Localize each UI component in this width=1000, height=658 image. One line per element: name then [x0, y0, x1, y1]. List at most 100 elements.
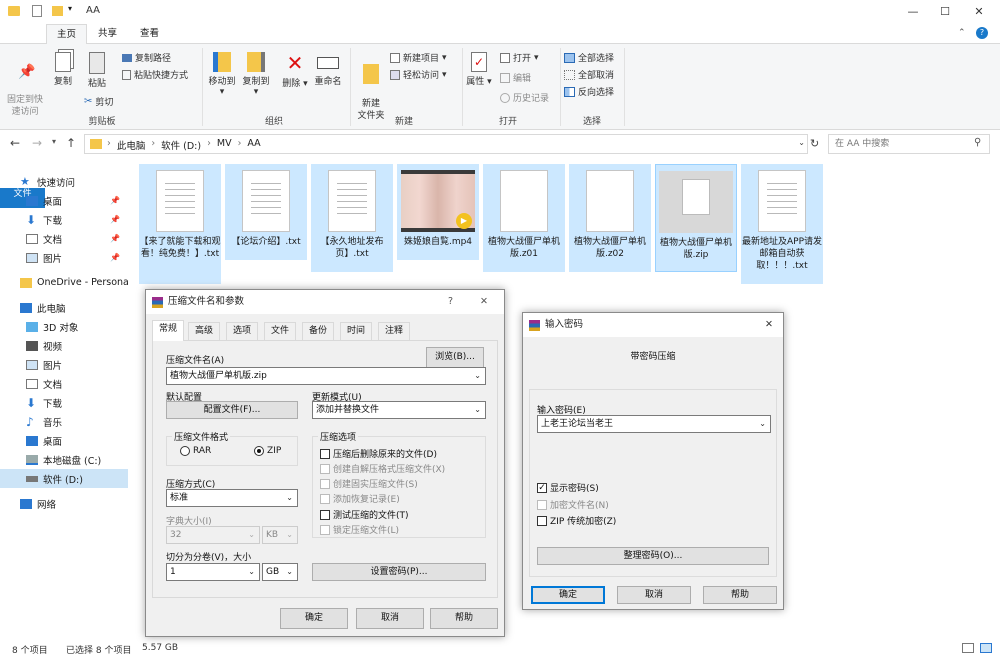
- new-item-button[interactable]: 新建项目 ▾: [390, 51, 447, 64]
- minimize-button[interactable]: —: [896, 0, 930, 24]
- file-item[interactable]: 【论坛介绍】.txt: [225, 164, 307, 260]
- file-item[interactable]: 最新地址及APP请发邮箱自动获取！！！.txt: [741, 164, 823, 284]
- tab-advanced[interactable]: 高级: [188, 322, 221, 340]
- maximize-button[interactable]: ☐: [928, 0, 962, 24]
- nav-item-3d-objects[interactable]: 3D 对象: [0, 317, 128, 336]
- delete-after-checkbox[interactable]: 压缩后删除原来的文件(D): [320, 447, 437, 460]
- forward-icon[interactable]: →: [32, 136, 42, 150]
- search-icon[interactable]: ⚲: [974, 137, 981, 148]
- nav-item-network[interactable]: 网络: [0, 494, 128, 513]
- nav-item-documents[interactable]: 文档 📌: [0, 229, 128, 248]
- easy-access-button[interactable]: 轻松访问 ▾: [390, 68, 447, 81]
- rename-button[interactable]: 重命名: [312, 52, 344, 87]
- recent-dropdown-icon[interactable]: ▾: [52, 137, 56, 146]
- help-button[interactable]: 帮助: [703, 586, 777, 604]
- breadcrumb-item[interactable]: AA: [247, 138, 260, 152]
- properties-button[interactable]: ✓ 属性 ▾: [466, 52, 492, 87]
- ok-button[interactable]: 确定: [531, 586, 605, 604]
- pin-icon[interactable]: 📌: [110, 253, 120, 262]
- compression-method-select[interactable]: 标准 ⌄: [166, 489, 298, 507]
- file-item[interactable]: 植物大战僵尸单机版.z01: [483, 164, 565, 272]
- close-icon[interactable]: ✕: [480, 290, 488, 314]
- tab-view[interactable]: 查看: [130, 24, 169, 44]
- set-password-button[interactable]: 设置密码(P)...: [312, 563, 486, 581]
- pin-icon[interactable]: 📌: [110, 234, 120, 243]
- breadcrumb-item[interactable]: MV: [217, 138, 232, 152]
- nav-item-desktop-pc[interactable]: 桌面: [0, 431, 128, 450]
- close-icon[interactable]: ✕: [765, 313, 773, 337]
- help-button[interactable]: 帮助: [430, 608, 498, 629]
- back-icon[interactable]: ←: [10, 136, 20, 150]
- pin-icon[interactable]: 📌: [110, 196, 120, 205]
- test-archive-checkbox[interactable]: 测试压缩的文件(T): [320, 508, 409, 521]
- file-item[interactable]: ▶ 姝姬娘自覧.mp4: [397, 164, 479, 260]
- address-dropdown-icon[interactable]: ⌄: [798, 138, 805, 147]
- large-icons-view-icon[interactable]: [980, 643, 992, 653]
- move-to-button[interactable]: 移动到 ▾: [206, 52, 238, 97]
- update-mode-select[interactable]: 添加并替换文件 ⌄: [312, 401, 486, 419]
- file-item[interactable]: 植物大战僵尸单机版.zip: [655, 164, 737, 272]
- solid-checkbox[interactable]: 创建固实压缩文件(S): [320, 477, 418, 490]
- nav-item-pictures-pc[interactable]: 图片: [0, 355, 128, 374]
- copy-path-button[interactable]: 复制路径: [122, 51, 171, 64]
- cancel-button[interactable]: 取消: [356, 608, 424, 629]
- format-zip-radio[interactable]: ZIP: [254, 446, 281, 456]
- quick-access-dropdown-icon[interactable]: ▾: [68, 4, 72, 13]
- organize-passwords-button[interactable]: 整理密码(O)...: [537, 547, 769, 565]
- nav-item-downloads[interactable]: ⬇ 下载 📌: [0, 210, 128, 229]
- sfx-checkbox[interactable]: 创建自解压格式压缩文件(X): [320, 462, 445, 475]
- file-item[interactable]: 【来了就能下载和观看！纯免费！】.txt: [139, 164, 221, 284]
- tab-share[interactable]: 共享: [88, 24, 127, 44]
- pin-icon[interactable]: 📌: [110, 215, 120, 224]
- breadcrumb-item[interactable]: 软件 (D:): [161, 138, 201, 152]
- paste-shortcut-button[interactable]: 粘贴快捷方式: [122, 68, 188, 81]
- cancel-button[interactable]: 取消: [617, 586, 691, 604]
- profiles-button[interactable]: 配置文件(F)...: [166, 401, 298, 419]
- nav-item-music[interactable]: ♪ 音乐: [0, 412, 128, 431]
- new-folder-button[interactable]: 新建 文件夹: [354, 52, 388, 122]
- nav-item-downloads-pc[interactable]: ⬇ 下载: [0, 393, 128, 412]
- split-size-input[interactable]: 1 ⌄: [166, 563, 260, 581]
- pin-quick-access-button[interactable]: 📌 固定到快 速访问: [4, 52, 46, 118]
- details-view-icon[interactable]: [962, 643, 974, 653]
- address-bar[interactable]: › 此电脑 › 软件 (D:) › MV › AA ⌄: [84, 134, 808, 154]
- help-icon[interactable]: ?: [976, 27, 988, 39]
- select-none-button[interactable]: 全部取消: [564, 68, 614, 81]
- chevron-down-icon[interactable]: ⌄: [248, 564, 255, 580]
- file-item[interactable]: 【永久地址发布页】.txt: [311, 164, 393, 272]
- nav-item-quick-access[interactable]: ★ 快速访问: [0, 172, 128, 191]
- password-input[interactable]: 上老王论坛当老王 ⌄: [537, 415, 771, 433]
- nav-item-videos[interactable]: 视频: [0, 336, 128, 355]
- split-unit-select[interactable]: GB ⌄: [262, 563, 298, 581]
- dictionary-unit-select[interactable]: KB ⌄: [262, 526, 298, 544]
- close-button[interactable]: ✕: [962, 0, 996, 24]
- zip-legacy-checkbox[interactable]: ZIP 传统加密(Z): [537, 514, 616, 527]
- encrypt-names-checkbox[interactable]: 加密文件名(N): [537, 498, 609, 511]
- tab-files[interactable]: 文件: [264, 322, 297, 340]
- edit-button[interactable]: 编辑: [500, 71, 531, 84]
- nav-item-pictures[interactable]: 图片 📌: [0, 248, 128, 267]
- format-rar-radio[interactable]: RAR: [180, 446, 211, 456]
- chevron-down-icon[interactable]: ⌄: [759, 416, 766, 432]
- tab-time[interactable]: 时间: [340, 322, 373, 340]
- copy-button[interactable]: 复制: [48, 52, 78, 87]
- nav-item-drive-c[interactable]: 本地磁盘 (C:): [0, 450, 128, 469]
- cut-button[interactable]: ✂ 剪切: [84, 95, 113, 108]
- dictionary-size-select[interactable]: 32 ⌄: [166, 526, 260, 544]
- archive-name-input[interactable]: 植物大战僵尸单机版.zip ⌄: [166, 367, 486, 385]
- history-button[interactable]: 历史记录: [500, 91, 549, 104]
- browse-button[interactable]: 浏览(B)...: [426, 347, 484, 368]
- select-all-button[interactable]: 全部选择: [564, 51, 614, 64]
- chevron-down-icon[interactable]: ⌄: [474, 368, 481, 384]
- nav-item-drive-d[interactable]: 软件 (D:): [0, 469, 128, 488]
- nav-item-this-pc[interactable]: 此电脑: [0, 298, 128, 317]
- tab-backup[interactable]: 备份: [302, 322, 335, 340]
- open-button[interactable]: 打开 ▾: [500, 51, 539, 64]
- file-item[interactable]: 植物大战僵尸单机版.z02: [569, 164, 651, 272]
- tab-options[interactable]: 选项: [226, 322, 259, 340]
- properties-icon[interactable]: [32, 5, 42, 17]
- ok-button[interactable]: 确定: [280, 608, 348, 629]
- ribbon-collapse-icon[interactable]: ⌃: [958, 28, 966, 38]
- tab-comment[interactable]: 注释: [378, 322, 411, 340]
- show-password-checkbox[interactable]: ✓ 显示密码(S): [537, 481, 599, 494]
